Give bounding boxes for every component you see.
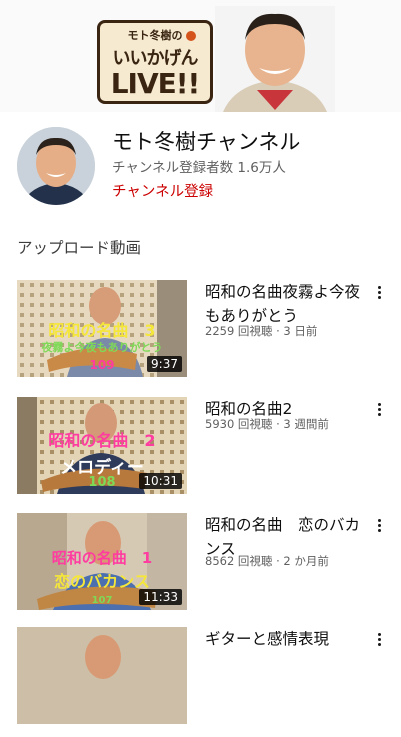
subscriber-count: チャンネル登録者数 1.6万人 <box>112 160 286 176</box>
more-options-icon[interactable] <box>372 284 386 304</box>
channel-name: モト冬樹チャンネル <box>112 130 301 154</box>
video-thumbnail[interactable] <box>17 627 187 724</box>
channel-avatar[interactable] <box>17 127 95 205</box>
video-duration: 11:33 <box>139 589 182 605</box>
thumbnail-caption-1: 昭和の名曲 3 <box>48 321 156 340</box>
video-thumbnail[interactable]: 昭和の名曲 1 恋のバカンス 107 11:33 <box>17 513 187 610</box>
channel-logo: モト冬樹の いいかげん LIVE!! <box>97 20 213 104</box>
video-meta: 5930 回視聴 · 3 週間前 <box>205 417 329 431</box>
subscribe-button[interactable]: チャンネル登録 <box>112 180 213 201</box>
video-item[interactable]: 昭和の名曲 3 夜霧よ今夜もありがとう 109 9:37 昭和の名曲夜霧よ今夜も… <box>0 280 401 390</box>
video-duration: 10:31 <box>139 473 182 489</box>
logo-line-1: モト冬樹の <box>127 29 183 42</box>
avatar-image <box>17 127 95 205</box>
more-options-icon[interactable] <box>372 631 386 651</box>
logo-line-3: LIVE!! <box>110 67 201 100</box>
video-duration: 9:37 <box>147 356 182 372</box>
more-options-icon[interactable] <box>372 517 386 537</box>
video-item[interactable]: ギターと感情表現 <box>0 627 401 737</box>
video-item[interactable]: 昭和の名曲 2 メロディー 108 10:31 昭和の名曲2 5930 回視聴 … <box>0 397 401 507</box>
channel-banner: モト冬樹の いいかげん LIVE!! <box>0 0 401 112</box>
video-meta: 2259 回視聴 · 3 日前 <box>205 324 318 338</box>
thumbnail-caption-1: 昭和の名曲 2 <box>48 431 156 450</box>
video-thumbnail[interactable]: 昭和の名曲 2 メロディー 108 10:31 <box>17 397 187 494</box>
thumbnail-caption-2: 夜霧よ今夜もありがとう <box>41 341 163 354</box>
thumbnail-caption-1: 昭和の名曲 1 <box>51 549 153 567</box>
video-meta: 8562 回視聴 · 2 か月前 <box>205 554 329 568</box>
video-title[interactable]: ギターと感情表現 <box>205 627 365 651</box>
video-item[interactable]: 昭和の名曲 1 恋のバカンス 107 11:33 昭和の名曲 恋のバカンス 85… <box>0 513 401 623</box>
video-thumbnail[interactable]: 昭和の名曲 3 夜霧よ今夜もありがとう 109 9:37 <box>17 280 187 377</box>
more-options-icon[interactable] <box>372 401 386 421</box>
banner-portrait <box>215 6 335 112</box>
uploads-section-title: アップロード動画 <box>17 239 142 257</box>
thumbnail-image <box>17 627 187 724</box>
video-title[interactable]: 昭和の名曲夜霧よ今夜もありがとう <box>205 280 365 328</box>
